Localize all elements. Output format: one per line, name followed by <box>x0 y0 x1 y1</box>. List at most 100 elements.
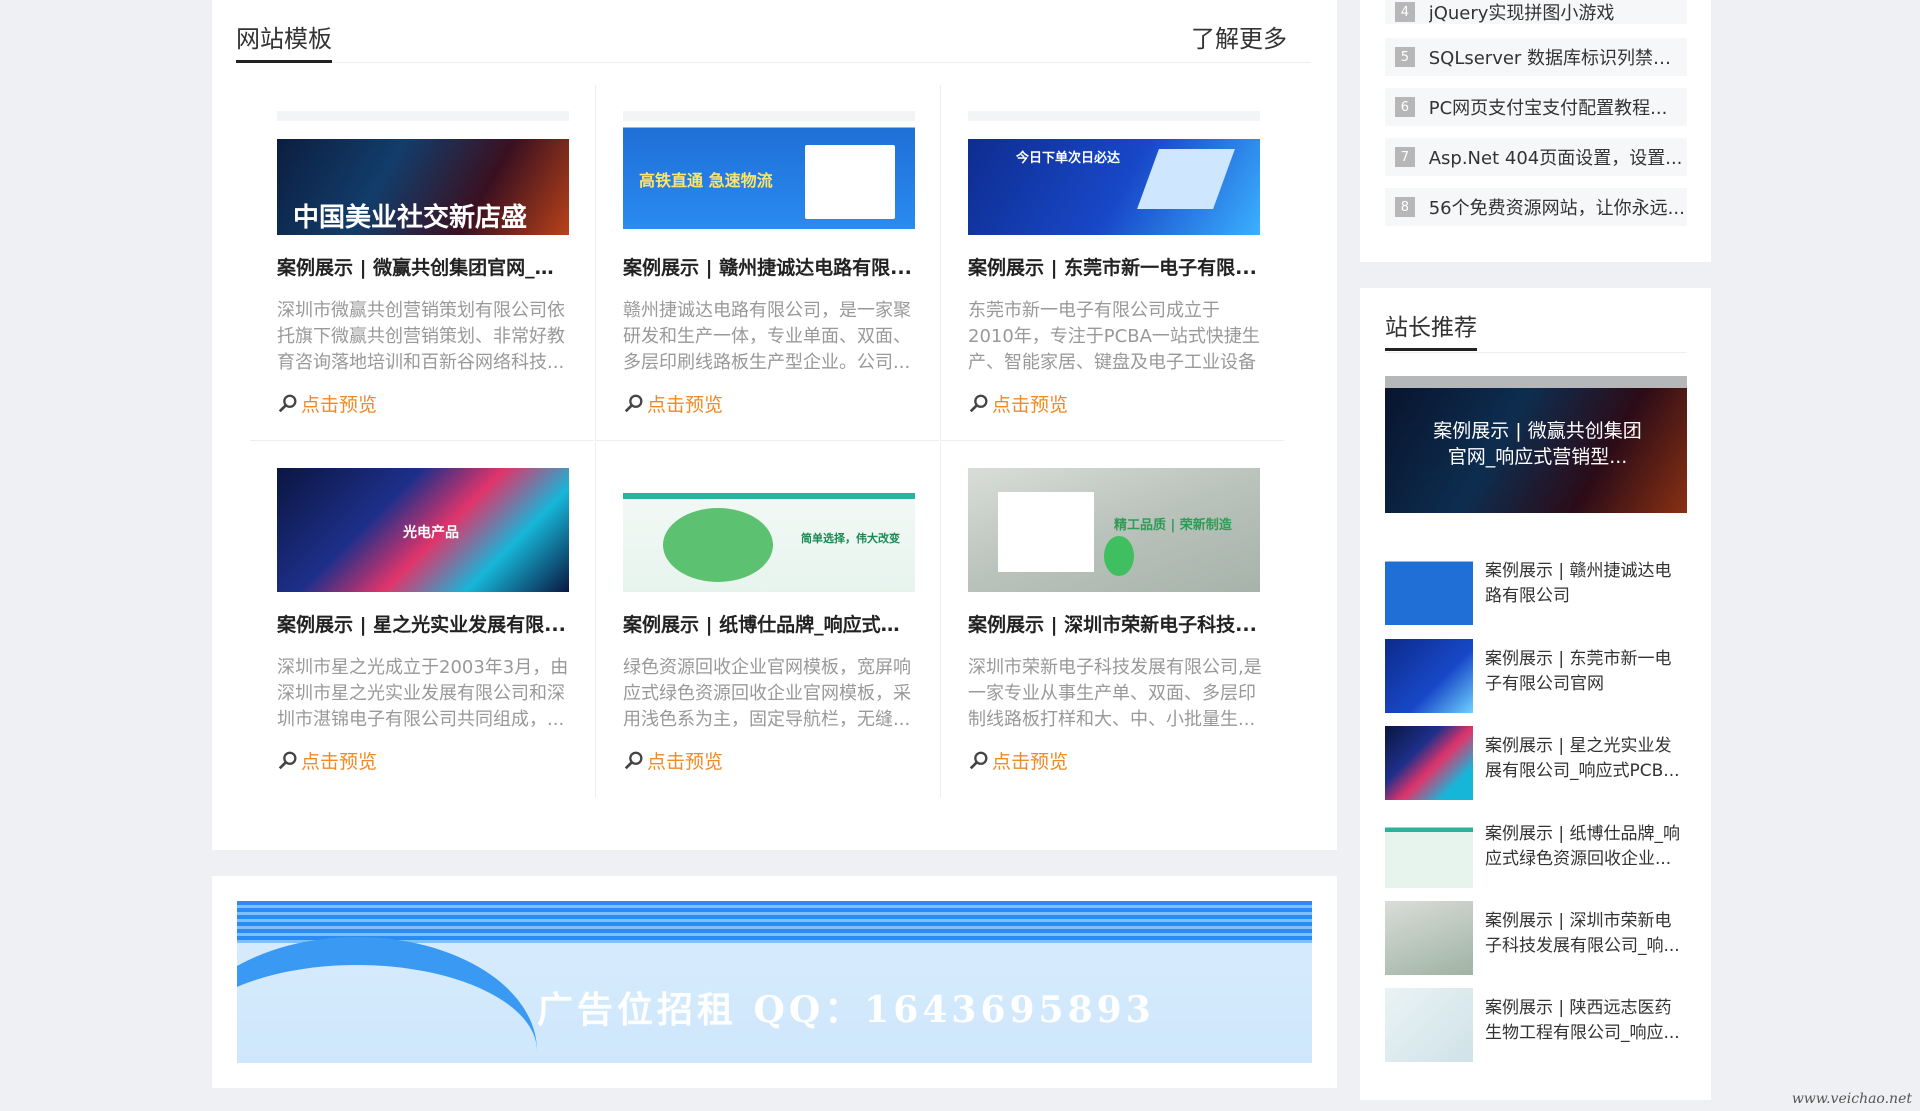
templates-header: 网站模板 了解更多 <box>236 22 1311 63</box>
ad-swoosh <box>237 937 537 1063</box>
preview-label: 点击预览 <box>301 751 378 773</box>
recommend-item-text: 案例展示 | 东莞市新一电子有限公司官网 <box>1485 649 1672 694</box>
thumb-banner-text: 今日下单次日必达 <box>1016 151 1121 166</box>
template-card: 光电产品 案例展示 | 星之光实业发展有限... 深圳市星之光成立于2003年3… <box>250 442 594 798</box>
learn-more-link[interactable]: 了解更多 <box>1191 24 1287 54</box>
recommend-item[interactable]: 案例展示 | 星之光实业发展有限公司_响应式PCB... <box>1385 726 1687 802</box>
rank-text: jQuery实现拼图小游戏 <box>1428 3 1615 24</box>
template-thumbnail[interactable]: 简单选择，伟大改变 <box>623 468 915 592</box>
template-card-desc: 赣州捷诚达电路有限公司，是一家聚研发和生产一体，专业单面、双面、多层印刷线路板生… <box>623 300 911 373</box>
preview-label: 点击预览 <box>992 394 1069 416</box>
recommend-title: 站长推荐 <box>1385 314 1477 351</box>
thumb-banner-text: 光电产品 <box>403 525 459 541</box>
template-card-title[interactable]: 案例展示 | 深圳市荣新电子科技... <box>968 610 1263 637</box>
recommend-item[interactable]: 案例展示 | 深圳市荣新电子科技发展有限公司_响... <box>1385 901 1687 977</box>
magnifier-icon <box>969 751 988 769</box>
template-card: 中国美业社交新店盛 案例展示 | 微赢共创集团官网_响... 深圳市微赢共创营销… <box>250 85 594 441</box>
magnifier-icon <box>624 394 643 412</box>
preview-label: 点击预览 <box>647 394 724 416</box>
thumb-banner-text: 中国美业社交新店盛 <box>293 203 528 233</box>
preview-label: 点击预览 <box>992 751 1069 773</box>
watermark: www.veichao.net <box>1791 1091 1912 1107</box>
template-card-title[interactable]: 案例展示 | 赣州捷诚达电路有限... <box>623 253 918 280</box>
rank-item[interactable]: 7 Asp.Net 404页面设置，设置... <box>1385 138 1687 176</box>
thumb-topbar <box>277 111 569 121</box>
thumb-globe <box>663 508 773 582</box>
rank-item[interactable]: 8 56个免费资源网站，让你永远... <box>1385 188 1687 226</box>
template-thumbnail[interactable]: 高铁直通 急速物流 <box>623 111 915 229</box>
recommend-thumbnail <box>1385 901 1473 975</box>
ad-banner[interactable]: 广告位招租 QQ：1643695893 <box>237 901 1312 1063</box>
template-card-title[interactable]: 案例展示 | 东莞市新一电子有限... <box>968 253 1263 280</box>
rank-badge: 7 <box>1395 147 1415 167</box>
preview-link[interactable]: 点击预览 <box>623 747 723 774</box>
template-card-title[interactable]: 案例展示 | 星之光实业发展有限... <box>277 610 572 637</box>
recommend-item[interactable]: 案例展示 | 东莞市新一电子有限公司官网 <box>1385 639 1687 715</box>
rank-text: PC网页支付宝支付配置教程... <box>1428 98 1668 119</box>
template-card-title[interactable]: 案例展示 | 微赢共创集团官网_响... <box>277 253 572 280</box>
rank-text: SQLserver 数据库标识列禁用... <box>1428 48 1687 69</box>
preview-label: 点击预览 <box>301 394 378 416</box>
preview-link[interactable]: 点击预览 <box>968 390 1068 417</box>
recommend-item-text: 案例展示 | 深圳市荣新电子科技发展有限公司_响... <box>1485 911 1680 956</box>
thumb-topbar <box>623 111 915 121</box>
recommend-thumbnail <box>1385 814 1473 888</box>
rank-item[interactable]: 4 jQuery实现拼图小游戏 <box>1385 0 1687 24</box>
thumb-topbar <box>968 111 1260 121</box>
magnifier-icon <box>278 394 297 412</box>
recommend-feature[interactable]: 案例展示 | 微赢共创集团官网_响应式营销型... <box>1385 376 1687 513</box>
rank-badge: 6 <box>1395 97 1415 117</box>
rank-badge: 4 <box>1395 2 1415 22</box>
template-thumbnail[interactable]: 中国美业社交新店盛 <box>277 111 569 235</box>
thumb-form-box <box>805 145 895 219</box>
preview-link[interactable]: 点击预览 <box>968 747 1068 774</box>
template-card: 精工品质 | 荣新制造 案例展示 | 深圳市荣新电子科技... 深圳市荣新电子科… <box>940 442 1284 798</box>
recommend-thumbnail <box>1385 639 1473 713</box>
templates-panel: 网站模板 了解更多 中国美业社交新店盛 案例展示 | 微赢共创集团官网_响...… <box>212 0 1337 850</box>
template-card-desc: 深圳市微赢共创营销策划有限公司依托旗下微赢共创营销策划、非常好教育咨询落地培训和… <box>277 300 565 373</box>
thumb-form-box <box>998 492 1094 572</box>
rank-text: Asp.Net 404页面设置，设置... <box>1428 148 1683 169</box>
thumb-chip <box>1137 149 1235 209</box>
templates-title: 网站模板 <box>236 24 332 63</box>
recommend-header: 站长推荐 <box>1385 312 1687 353</box>
recommend-item[interactable]: 案例展示 | 赣州捷诚达电路有限公司 <box>1385 551 1687 627</box>
template-card-desc: 深圳市星之光成立于2003年3月，由深圳市星之光实业发展有限公司和深圳市湛锦电子… <box>277 657 569 730</box>
rank-badge: 8 <box>1395 197 1415 217</box>
template-thumbnail[interactable]: 今日下单次日必达 <box>968 111 1260 235</box>
template-card-desc: 绿色资源回收企业官网模板，宽屏响应式绿色资源回收企业官网模板，采用浅色系为主，固… <box>623 657 911 730</box>
recommend-panel: 站长推荐 案例展示 | 微赢共创集团官网_响应式营销型... 案例展示 | 赣州… <box>1360 288 1711 1100</box>
rank-badge: 5 <box>1395 47 1415 67</box>
rank-panel: 4 jQuery实现拼图小游戏 5 SQLserver 数据库标识列禁用... … <box>1360 0 1711 262</box>
thumb-banner-text: 高铁直通 急速物流 <box>639 171 773 190</box>
magnifier-icon <box>278 751 297 769</box>
recommend-item-text: 案例展示 | 陕西远志医药生物工程有限公司_响应... <box>1485 998 1680 1043</box>
preview-link[interactable]: 点击预览 <box>277 390 377 417</box>
template-card: 今日下单次日必达 案例展示 | 东莞市新一电子有限... 东莞市新一电子有限公司… <box>940 85 1284 441</box>
recommend-item-text: 案例展示 | 赣州捷诚达电路有限公司 <box>1485 561 1672 606</box>
template-thumbnail[interactable]: 光电产品 <box>277 468 569 592</box>
recommend-item-text: 案例展示 | 纸博仕品牌_响应式绿色资源回收企业... <box>1485 824 1681 869</box>
thumb-nav <box>277 121 569 139</box>
template-grid: 中国美业社交新店盛 案例展示 | 微赢共创集团官网_响... 深圳市微赢共创营销… <box>250 85 1284 798</box>
recommend-item[interactable]: 案例展示 | 纸博仕品牌_响应式绿色资源回收企业... <box>1385 814 1687 890</box>
template-thumbnail[interactable]: 精工品质 | 荣新制造 <box>968 468 1260 592</box>
recommend-item[interactable]: 案例展示 | 陕西远志医药生物工程有限公司_响应... <box>1385 988 1687 1064</box>
thumb-banner-text: 简单选择，伟大改变 <box>801 532 900 545</box>
template-card-desc: 东莞市新一电子有限公司成立于2010年，专注于PCBA一站式快捷生产、智能家居、… <box>968 300 1260 373</box>
recommend-thumbnail <box>1385 988 1473 1062</box>
template-card: 高铁直通 急速物流 案例展示 | 赣州捷诚达电路有限... 赣州捷诚达电路有限公… <box>595 85 939 441</box>
recommend-thumbnail <box>1385 726 1473 800</box>
thumb-nav <box>968 121 1260 139</box>
template-card-title[interactable]: 案例展示 | 纸博仕品牌_响应式绿... <box>623 610 918 637</box>
recommend-feature-title: 案例展示 | 微赢共创集团官网_响应式营销型... <box>1433 420 1642 468</box>
rank-item[interactable]: 5 SQLserver 数据库标识列禁用... <box>1385 38 1687 76</box>
recommend-item-text: 案例展示 | 星之光实业发展有限公司_响应式PCB... <box>1485 736 1680 781</box>
rank-item[interactable]: 6 PC网页支付宝支付配置教程... <box>1385 88 1687 126</box>
thumb-robot <box>1104 536 1134 576</box>
thumb-banner-text: 精工品质 | 荣新制造 <box>1114 518 1232 533</box>
template-card-desc: 深圳市荣新电子科技发展有限公司,是一家专业从事生产单、双面、多层印制线路板打样和… <box>968 657 1262 730</box>
magnifier-icon <box>969 394 988 412</box>
preview-link[interactable]: 点击预览 <box>623 390 723 417</box>
preview-link[interactable]: 点击预览 <box>277 747 377 774</box>
